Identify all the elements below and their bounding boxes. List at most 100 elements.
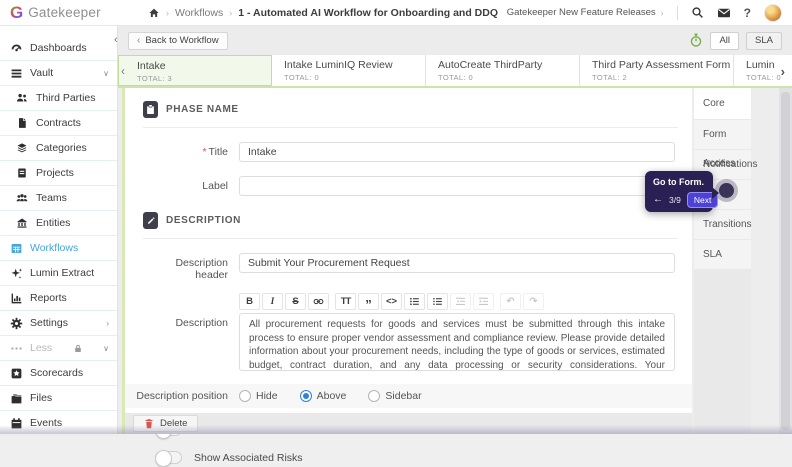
sidebar-item-third-parties[interactable]: Third Parties [0, 86, 117, 111]
title-input[interactable] [239, 142, 675, 162]
vault-icon [10, 67, 23, 80]
sidebar-item-vault[interactable]: Vault ∨ [0, 61, 117, 86]
sidebar-item-contracts[interactable]: Contracts [0, 111, 117, 136]
italic-button[interactable]: I [262, 293, 283, 310]
title-field-label: * Title [202, 146, 228, 158]
categories-icon [16, 142, 29, 155]
sidebar-item-teams[interactable]: Teams [0, 186, 117, 211]
radio-sidebar[interactable]: Sidebar [368, 390, 422, 402]
chevron-down-icon: ∨ [103, 343, 109, 353]
help-icon[interactable]: ? [744, 6, 751, 20]
link-button[interactable] [308, 293, 329, 310]
breadcrumb-workflows[interactable]: Workflows [175, 7, 223, 19]
sidebar-item-settings[interactable]: Settings › [0, 311, 117, 336]
phase-name-section-header: PHASE NAME [143, 101, 678, 118]
tab-scroll-right-icon[interactable]: › [781, 64, 785, 79]
topbar-divider [676, 5, 678, 20]
text-size-button[interactable]: TT [335, 293, 356, 310]
scrollbar-thumb[interactable] [781, 92, 790, 430]
sidebar-item-files[interactable]: Files [0, 386, 117, 411]
tour-back-arrow-icon[interactable]: ← [653, 195, 663, 205]
chevron-right-icon: › [660, 7, 664, 18]
brand-name: Gatekeeper [28, 5, 101, 20]
outdent-button[interactable] [450, 293, 471, 310]
app-logo[interactable]: G Gatekeeper [0, 4, 130, 21]
phase-tab-intake[interactable]: Intake TOTAL: 3 [118, 55, 272, 86]
tour-tooltip-arrow [712, 187, 719, 199]
show-associated-risks-toggle[interactable] [155, 450, 182, 467]
scrollbar[interactable] [779, 88, 792, 434]
sidebar-item-reports[interactable]: Reports [0, 286, 117, 311]
richtext-toolbar: B I S TT ” <> ↶ ↷ [239, 293, 675, 311]
contracts-icon [16, 117, 29, 130]
tour-step-counter: 3/9 [669, 195, 681, 205]
third-parties-icon [16, 92, 29, 105]
radio-hide[interactable]: Hide [239, 390, 278, 402]
feature-releases-link[interactable]: Gatekeeper New Feature Releases › [507, 7, 664, 18]
breadcrumb-current-page: 1 - Automated AI Workflow for Onboarding… [238, 6, 499, 19]
description-icon [143, 212, 158, 229]
sidebar-item-dashboards[interactable]: Dashboards [0, 36, 117, 61]
radio-button-icon[interactable] [299, 390, 312, 402]
radio-button-icon[interactable] [239, 390, 251, 402]
blockquote-button[interactable]: ” [358, 293, 379, 311]
description-header-input[interactable] [239, 253, 675, 273]
phase-tab-third-party-assessment-form[interactable]: Third Party Assessment Form TOTAL: 2 [580, 55, 734, 86]
delete-phase-button[interactable]: Delete [133, 415, 199, 432]
settings-rail: Core Form Access Notifications Transitio… [694, 88, 757, 434]
sidebar-item-events[interactable]: Events [0, 411, 117, 436]
workflows-icon [10, 242, 23, 255]
dashboards-icon [10, 42, 23, 55]
redo-button[interactable]: ↷ [523, 293, 544, 310]
sidebar-item-projects[interactable]: Projects [0, 161, 117, 186]
radio-above[interactable]: Above [299, 390, 346, 402]
scorecards-icon [10, 367, 23, 380]
required-asterisk: * [202, 146, 207, 158]
ordered-list-button[interactable] [427, 293, 448, 310]
divider [143, 238, 678, 239]
phase-name-icon [143, 101, 158, 118]
sidebar-item-entities[interactable]: Entities [0, 211, 117, 236]
chevron-right-icon: › [106, 318, 109, 328]
content-area: PHASE NAME *Title Label DESCRIPTION Desc… [118, 88, 792, 467]
indent-button[interactable] [473, 293, 494, 310]
code-button[interactable]: <> [381, 293, 402, 310]
reports-icon [10, 292, 23, 305]
files-icon [10, 392, 23, 405]
sidebar-collapse-icon[interactable]: ‹ [114, 34, 118, 46]
filter-all-button[interactable]: All [710, 31, 740, 50]
rail-tab-form-access[interactable]: Form Access [694, 120, 751, 169]
rail-tab-transitions[interactable]: Transitions [694, 210, 752, 239]
strikethrough-button[interactable]: S [285, 293, 306, 310]
breadcrumb-separator: › [229, 7, 233, 18]
rail-tab-sla[interactable]: SLA [694, 240, 751, 269]
phase-tabs: ‹ Intake TOTAL: 3 Intake LuminIQ Review … [118, 55, 792, 88]
description-position-row: Description position Hide Above Sidebar [125, 384, 692, 408]
search-icon[interactable] [691, 6, 704, 19]
undo-button[interactable]: ↶ [500, 293, 521, 310]
radio-button-icon[interactable] [368, 390, 381, 402]
bold-button[interactable]: B [239, 293, 260, 310]
mail-icon[interactable] [717, 7, 731, 19]
rail-tab-core[interactable]: Core [694, 88, 751, 119]
label-input[interactable] [239, 176, 675, 196]
phase-tab-autocreate-thirdparty[interactable]: AutoCreate ThirdParty TOTAL: 0 [426, 55, 580, 86]
filter-sla-button[interactable]: SLA [746, 31, 782, 50]
back-to-workflow-button[interactable]: ‹ Back to Workflow [128, 31, 228, 50]
bullet-list-button[interactable] [404, 293, 425, 310]
sidebar-item-lumin-extract[interactable]: Lumin Extract [0, 261, 117, 286]
projects-icon [16, 167, 29, 180]
sidebar-item-scorecards[interactable]: Scorecards [0, 361, 117, 386]
avatar[interactable] [764, 3, 782, 22]
panel-footer: Delete [125, 413, 692, 434]
sidebar-item-categories[interactable]: Categories [0, 136, 117, 161]
sidebar-item-less[interactable]: Less ∨ [0, 336, 117, 361]
sidebar-item-workflows[interactable]: Workflows [0, 236, 117, 261]
tour-beacon-core [719, 183, 734, 198]
phase-tab-intake-luminiq-review[interactable]: Intake LuminIQ Review TOTAL: 0 [272, 55, 426, 86]
trash-icon [144, 418, 154, 429]
tab-scroll-left-icon[interactable]: ‹ [121, 64, 125, 78]
sla-timer-icon[interactable] [689, 33, 703, 48]
description-richtext-input[interactable]: All procurement requests for goods and s… [239, 313, 675, 371]
home-icon[interactable] [148, 7, 160, 19]
